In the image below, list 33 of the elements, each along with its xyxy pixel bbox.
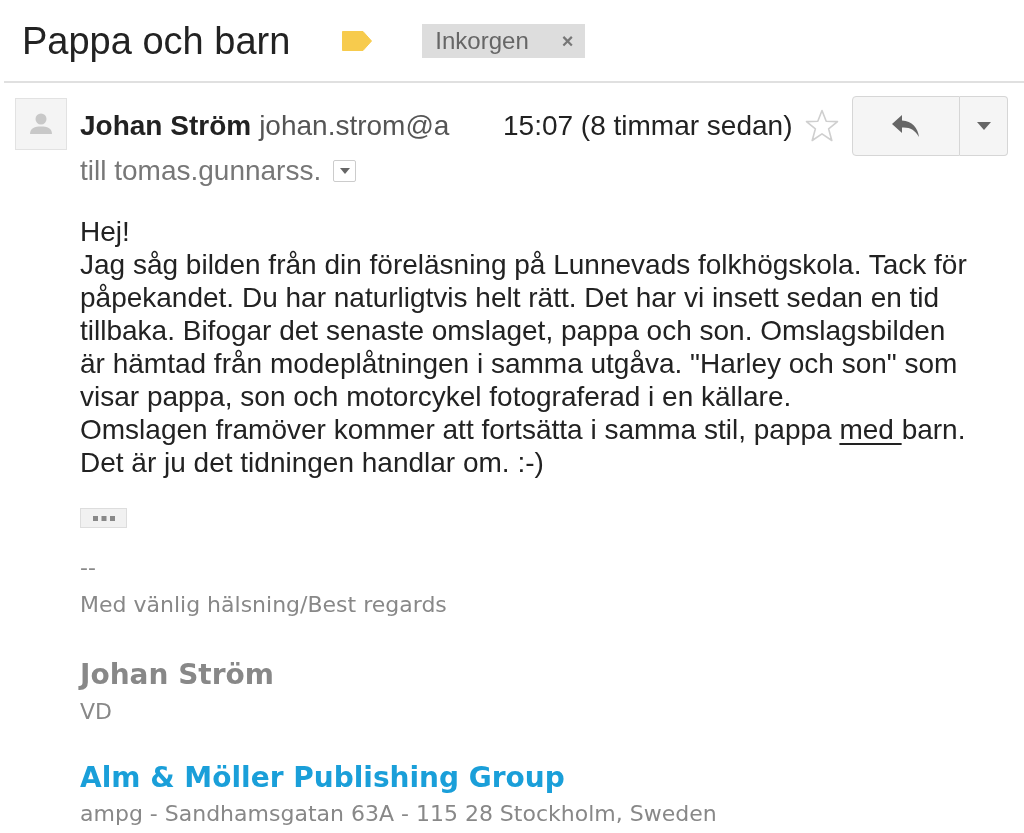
caret-icon (339, 168, 350, 174)
signature-separator: -- (80, 555, 97, 581)
avatar-silhouette-icon (15, 98, 67, 150)
email-body-line: visar pappa, son och motorcykel fotograferad i en källare. (80, 380, 793, 413)
signature-address: ampg - Sandhamsgatan 63A - 115 28 Stockholm, Sweden (80, 801, 718, 827)
remove-label-button[interactable]: × (561, 30, 574, 51)
reply-arrow-icon (892, 115, 921, 137)
importance-marker-icon[interactable] (342, 30, 373, 51)
email-body-line: påpekandet. Du har naturligtvis helt rätt. Det har vi insett sedan en tid (80, 281, 941, 314)
signature-closing: Med vänlig hälsning/Best regards (80, 592, 448, 618)
caret-icon (976, 122, 991, 130)
recipient-details-button[interactable] (333, 160, 357, 182)
message-time: 15:07 (8 timmar sedan) (503, 110, 793, 142)
signature-role: VD (80, 699, 113, 725)
email-body-line: Hej! (80, 215, 131, 248)
signature-company: Alm & Möller Publishing Group (80, 761, 566, 795)
email-body-line: Omslagen framöver kommer att fortsätta i samma stil, pappa med barn. (80, 413, 967, 446)
recipients-text: till tomas.gunnarss. (80, 155, 322, 187)
email-body-line: Det är ju det tidningen handlar om. :-) (80, 446, 545, 479)
dots-icon (92, 515, 115, 521)
email-body-line: tillbaka. Bifogar det senaste omslaget, pappa och son. Omslagsbilden (80, 314, 947, 347)
signature-name: Johan Ström (80, 659, 275, 691)
email-subject: Pappa och barn (22, 18, 291, 63)
email-body-line: Jag såg bilden från din föreläsning på Lunnevads folkhögskola. Tack för (80, 248, 968, 281)
reply-button[interactable] (852, 96, 961, 156)
sender-email: johan.strom@a (259, 110, 450, 142)
label-chip[interactable]: Inkorgen × (422, 23, 586, 58)
sender-name: Johan Ström (80, 110, 252, 142)
more-options-button[interactable] (960, 96, 1009, 156)
star-icon[interactable] (805, 109, 840, 143)
label-chip-text: Inkorgen (435, 26, 529, 55)
show-trimmed-content-button[interactable] (80, 508, 127, 528)
email-body-line: är hämtad från modeplåtningen i samma utgåva. "Harley och son" som (80, 347, 959, 380)
